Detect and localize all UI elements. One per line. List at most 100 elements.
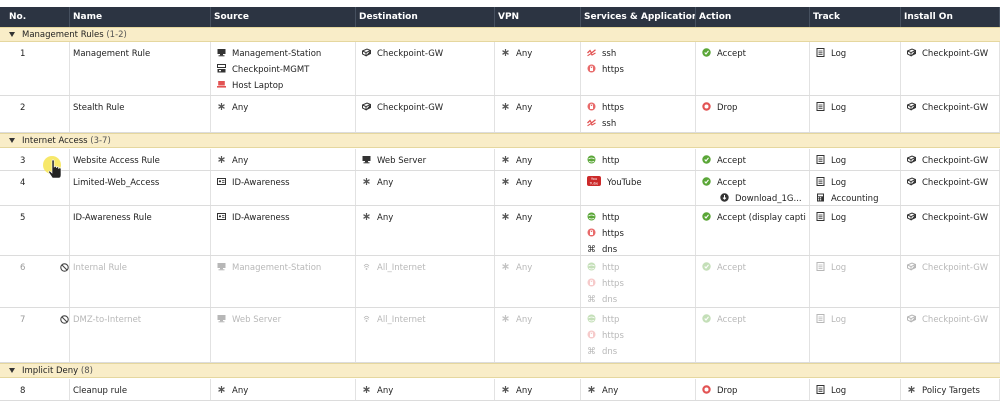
destination-item[interactable]: All_Internet bbox=[362, 260, 426, 276]
cell-vpn[interactable]: Any bbox=[495, 206, 581, 255]
track-item[interactable]: Log bbox=[816, 260, 846, 276]
services-item[interactable]: http bbox=[587, 153, 619, 169]
cell-vpn[interactable]: Any bbox=[495, 96, 581, 132]
action-item[interactable]: Accept bbox=[702, 312, 746, 328]
source-item[interactable]: ID-Awareness bbox=[217, 175, 290, 191]
cell-vpn[interactable]: Any bbox=[495, 256, 581, 307]
source-item[interactable]: Management-Station bbox=[217, 46, 321, 62]
cell-track[interactable]: Log Accounting bbox=[810, 171, 901, 205]
services-item[interactable]: https bbox=[587, 276, 624, 292]
column-header-name[interactable]: Name bbox=[70, 7, 211, 28]
vpn-item[interactable]: Any bbox=[501, 210, 532, 226]
cell-no[interactable]: 2 bbox=[0, 96, 70, 132]
cell-services[interactable]: ssh https bbox=[581, 42, 696, 95]
cell-vpn[interactable]: Any bbox=[495, 149, 581, 170]
services-item[interactable]: https bbox=[587, 226, 624, 242]
cell-no[interactable]: 8 bbox=[0, 379, 70, 400]
vpn-item[interactable]: Any bbox=[501, 100, 532, 116]
cell-services[interactable]: http bbox=[581, 149, 696, 170]
vpn-item[interactable]: Any bbox=[501, 153, 532, 169]
cell-no[interactable]: 1 bbox=[0, 42, 70, 95]
cell-action[interactable]: Accept Download_1G... bbox=[696, 171, 810, 205]
vpn-item[interactable]: Any bbox=[501, 383, 532, 399]
services-item[interactable]: ⌘ dns bbox=[587, 344, 617, 360]
track-item[interactable]: Accounting bbox=[816, 191, 878, 207]
vpn-item[interactable]: Any bbox=[501, 46, 532, 62]
cell-name[interactable]: Cleanup rule bbox=[70, 379, 211, 400]
services-item[interactable]: You Tube YouTube bbox=[587, 175, 642, 191]
action-item[interactable]: Drop bbox=[702, 100, 737, 116]
destination-item[interactable]: Any bbox=[362, 175, 393, 191]
cell-name[interactable]: Stealth Rule bbox=[70, 96, 211, 132]
column-header-vpn[interactable]: VPN bbox=[495, 7, 581, 28]
cell-services[interactable]: https ssh bbox=[581, 96, 696, 132]
section-header[interactable]: Implicit Deny (8) bbox=[0, 363, 1000, 378]
install-on-item[interactable]: Checkpoint-GW bbox=[907, 312, 988, 328]
cell-destination[interactable]: All_Internet bbox=[356, 256, 495, 307]
install-on-item[interactable]: Checkpoint-GW bbox=[907, 153, 988, 169]
vpn-item[interactable]: Any bbox=[501, 260, 532, 276]
services-item[interactable]: ⌘ dns bbox=[587, 292, 617, 308]
destination-item[interactable]: Web Server bbox=[362, 153, 426, 169]
cell-vpn[interactable]: Any bbox=[495, 379, 581, 400]
services-item[interactable]: http bbox=[587, 312, 619, 328]
column-header-services[interactable]: Services & Applications bbox=[581, 7, 696, 28]
rule-name[interactable]: Internal Rule bbox=[73, 260, 127, 276]
rule-row[interactable]: 3 Website Access Rule Any Web Server Any http… bbox=[0, 149, 1000, 171]
vpn-item[interactable]: Any bbox=[501, 312, 532, 328]
source-item[interactable]: Web Server bbox=[217, 312, 281, 328]
install-on-item[interactable]: Policy Targets bbox=[907, 383, 980, 399]
action-item[interactable]: Accept bbox=[702, 46, 746, 62]
source-item[interactable]: Host Laptop bbox=[217, 78, 283, 94]
vpn-item[interactable]: Any bbox=[501, 175, 532, 191]
action-item[interactable]: Accept bbox=[702, 175, 746, 191]
rule-row[interactable]: 5 ID-Awareness Rule ID-Awareness Any Any http… bbox=[0, 206, 1000, 256]
collapse-triangle-icon[interactable] bbox=[9, 368, 15, 373]
rule-row[interactable]: 8 Cleanup rule Any Any Any Any Drop Log Policy T… bbox=[0, 379, 1000, 401]
cell-install-on[interactable]: Checkpoint-GW bbox=[901, 256, 1000, 307]
cell-action[interactable]: Drop bbox=[696, 379, 810, 400]
cell-track[interactable]: Log bbox=[810, 379, 901, 400]
source-item[interactable]: ID-Awareness bbox=[217, 210, 290, 226]
action-item[interactable]: Drop bbox=[702, 383, 737, 399]
install-on-item[interactable]: Checkpoint-GW bbox=[907, 175, 988, 191]
collapse-triangle-icon[interactable] bbox=[9, 138, 15, 143]
services-item[interactable]: ssh bbox=[587, 46, 616, 62]
cell-vpn[interactable]: Any bbox=[495, 42, 581, 95]
destination-item[interactable]: Checkpoint-GW bbox=[362, 100, 443, 116]
rule-name[interactable]: Stealth Rule bbox=[73, 100, 124, 116]
action-item[interactable]: Download_1G... bbox=[720, 191, 802, 207]
destination-item[interactable]: Checkpoint-GW bbox=[362, 46, 443, 62]
track-item[interactable]: Log bbox=[816, 175, 846, 191]
column-header-track[interactable]: Track bbox=[810, 7, 901, 28]
source-item[interactable]: Any bbox=[217, 100, 248, 116]
cell-action[interactable]: Accept bbox=[696, 149, 810, 170]
cell-services[interactable]: http https ⌘ dns bbox=[581, 308, 696, 362]
cell-install-on[interactable]: Checkpoint-GW bbox=[901, 149, 1000, 170]
cell-destination[interactable]: All_Internet bbox=[356, 308, 495, 362]
cell-destination[interactable]: Web Server bbox=[356, 149, 495, 170]
cell-action[interactable]: Accept bbox=[696, 308, 810, 362]
section-header[interactable]: Internet Access (3-7) bbox=[0, 133, 1000, 148]
rule-name[interactable]: Management Rule bbox=[73, 46, 150, 62]
cell-vpn[interactable]: Any bbox=[495, 171, 581, 205]
cell-destination[interactable]: Any bbox=[356, 379, 495, 400]
cell-track[interactable]: Log bbox=[810, 149, 901, 170]
cell-destination[interactable]: Any bbox=[356, 206, 495, 255]
cell-install-on[interactable]: Checkpoint-GW bbox=[901, 308, 1000, 362]
cell-destination[interactable]: Checkpoint-GW bbox=[356, 42, 495, 95]
track-item[interactable]: Log bbox=[816, 153, 846, 169]
cell-source[interactable]: Any bbox=[211, 96, 356, 132]
cell-track[interactable]: Log bbox=[810, 256, 901, 307]
source-item[interactable]: Any bbox=[217, 383, 248, 399]
rule-name[interactable]: Website Access Rule bbox=[73, 153, 160, 169]
install-on-item[interactable]: Checkpoint-GW bbox=[907, 210, 988, 226]
track-item[interactable]: Log bbox=[816, 312, 846, 328]
cell-track[interactable]: Log bbox=[810, 206, 901, 255]
cell-action[interactable]: Accept (display capti bbox=[696, 206, 810, 255]
cell-destination[interactable]: Any bbox=[356, 171, 495, 205]
cell-source[interactable]: Any bbox=[211, 379, 356, 400]
cell-action[interactable]: Drop bbox=[696, 96, 810, 132]
cell-action[interactable]: Accept bbox=[696, 42, 810, 95]
cell-services[interactable]: Any bbox=[581, 379, 696, 400]
